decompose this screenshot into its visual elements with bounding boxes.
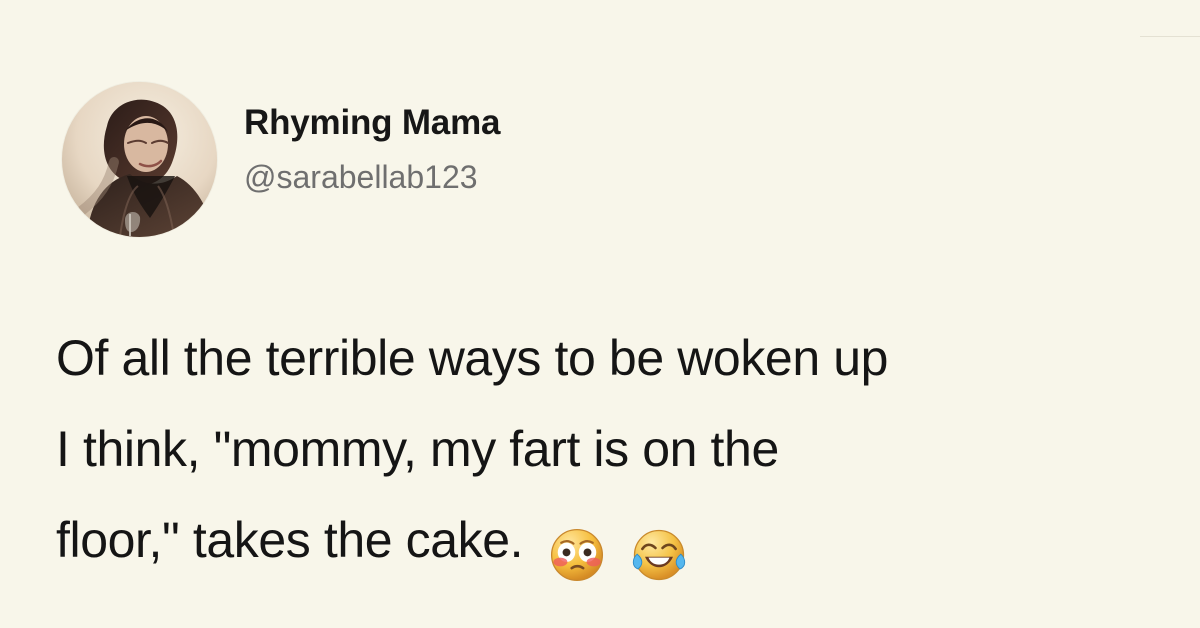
tweet-card: Rhyming Mama @sarabellab123 Of all the t… (0, 0, 1200, 628)
author-handle[interactable]: @sarabellab123 (244, 157, 478, 197)
tweet-text-line-2: I think, "mommy, my fart is on the (56, 421, 779, 477)
tweet-text-line-3-content: floor," takes the cake. (56, 512, 524, 568)
profile-photo-icon (62, 82, 217, 237)
emoji-group (549, 506, 701, 597)
avatar[interactable] (62, 82, 217, 237)
tweet-text-line-1: Of all the terrible ways to be woken up (56, 330, 889, 386)
tweet-text-line-3: floor," takes the cake. (56, 495, 1166, 597)
face-with-tears-of-joy-emoji-icon (631, 527, 687, 583)
author-display-name[interactable]: Rhyming Mama (244, 102, 500, 144)
tweet-text: Of all the terrible ways to be woken up … (56, 313, 1166, 597)
flushed-face-emoji-icon (549, 527, 605, 583)
